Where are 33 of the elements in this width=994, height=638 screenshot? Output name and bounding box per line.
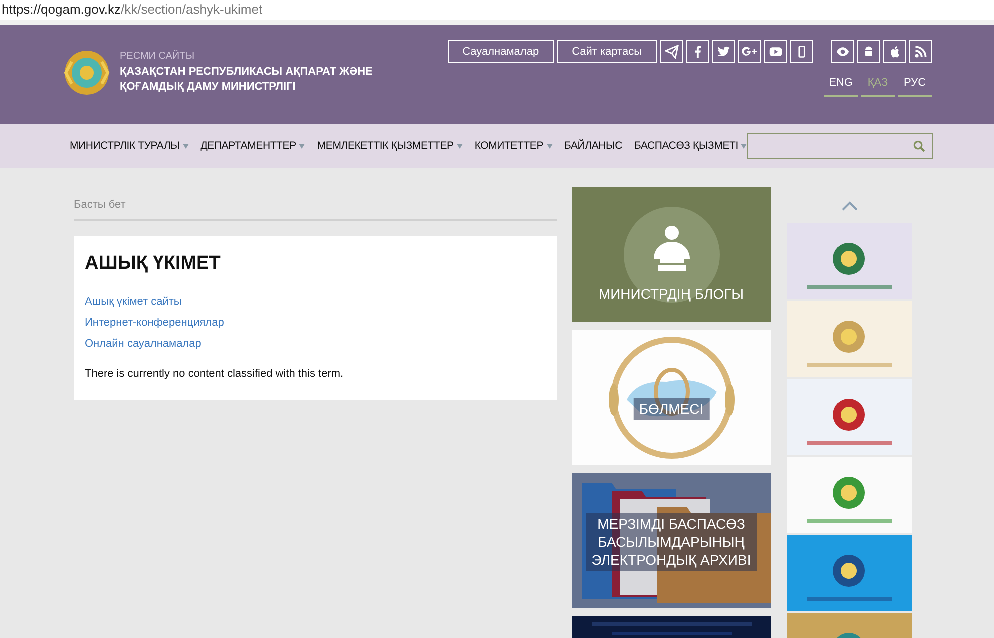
- breadcrumb-link[interactable]: Басты бет: [74, 199, 126, 211]
- apple-icon[interactable]: [883, 40, 906, 63]
- ministry-title[interactable]: ҚАЗАҚСТАН РЕСПУБЛИКАСЫ АҚПАРАТ ЖӘНЕ ҚОҒАМДЫҚ ДАМУ МИНИСТРЛІГІ: [120, 65, 373, 95]
- nav-menu-item[interactable]: КОМИТЕТТЕР: [474, 140, 553, 152]
- eye-icon[interactable]: [831, 40, 854, 63]
- mobile-phone-icon[interactable]: [790, 40, 813, 63]
- search-icon[interactable]: [913, 140, 926, 152]
- nav-menu-item[interactable]: БАСПАСӨЗ ҚЫЗМЕТІ: [634, 140, 748, 152]
- youtube-icon[interactable]: [764, 40, 787, 63]
- header-link-button[interactable]: Сайт картасы: [557, 40, 657, 63]
- page-title: АШЫҚ ҮКІМЕТ: [85, 253, 221, 275]
- twitter-icon[interactable]: [712, 40, 735, 63]
- google-plus-icon[interactable]: [738, 40, 761, 63]
- content-link[interactable]: Интернет-конференциялар: [85, 317, 224, 329]
- language-tab[interactable]: ENG: [824, 77, 858, 97]
- facebook-icon[interactable]: [686, 40, 709, 63]
- site-label: РЕСМИ САЙТЫ: [120, 51, 196, 62]
- nav-menu-item[interactable]: ДЕПАРТАМЕНТТЕР: [200, 140, 306, 152]
- language-tab[interactable]: РУС: [898, 77, 932, 97]
- header-link-button[interactable]: Сауалнамалар: [448, 40, 554, 63]
- nav-menu-item[interactable]: МИНИСТРЛІК ТУРАЛЫ: [70, 140, 189, 152]
- search-field[interactable]: [747, 133, 934, 159]
- telegram-icon[interactable]: [660, 40, 683, 63]
- rss-icon[interactable]: [909, 40, 932, 63]
- content-link[interactable]: Ашық үкімет сайты: [85, 296, 182, 308]
- tile-title[interactable]: МИНИСТРДІҢ БЛОГЫ: [598, 285, 744, 303]
- content-link[interactable]: Онлайн сауалнамалар: [85, 338, 202, 350]
- emblem-icon[interactable]: [64, 50, 110, 96]
- nav-menu-item[interactable]: МЕМЛЕКЕТТІК ҚЫЗМЕТТЕР: [317, 140, 463, 152]
- address-bar[interactable]: https://qogam.gov.kz/kk/section/ashyk-ukimet: [0, 0, 994, 25]
- empty-message: There is currently no content classified with this term.: [85, 368, 344, 380]
- tile-title[interactable]: БӨЛМЕСІ: [633, 398, 710, 420]
- nav-menu-item[interactable]: БАЙЛАНЫС: [564, 140, 622, 152]
